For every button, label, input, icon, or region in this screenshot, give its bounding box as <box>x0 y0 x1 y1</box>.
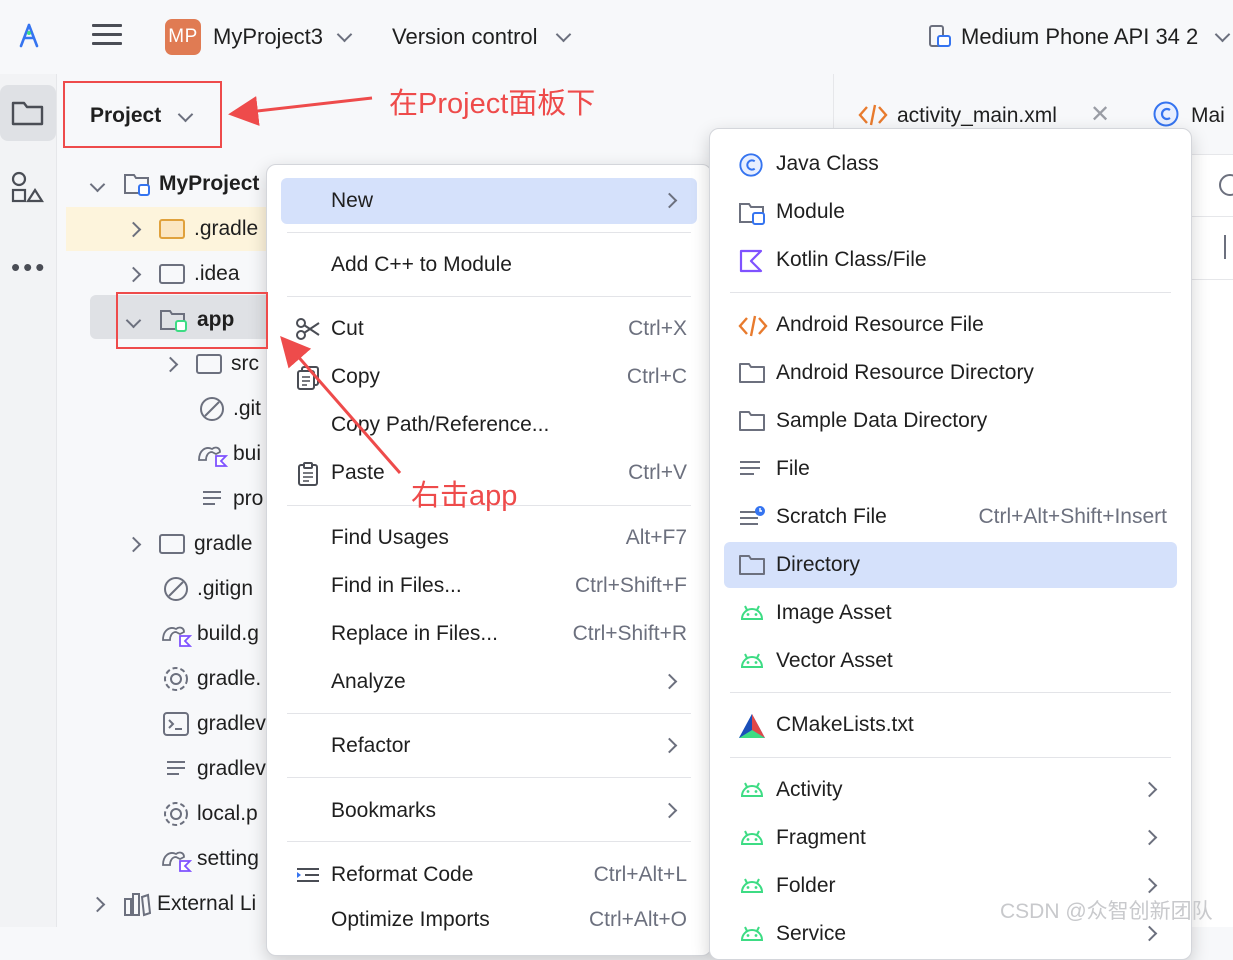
annotation-arrows <box>228 96 402 474</box>
annotation-project-note: 在Project面板下 <box>389 88 596 120</box>
watermark: CSDN @众智创新团队 <box>1000 900 1213 923</box>
chevron-right-icon <box>1141 925 1158 942</box>
annotation-app-note: 右击app <box>411 480 518 512</box>
